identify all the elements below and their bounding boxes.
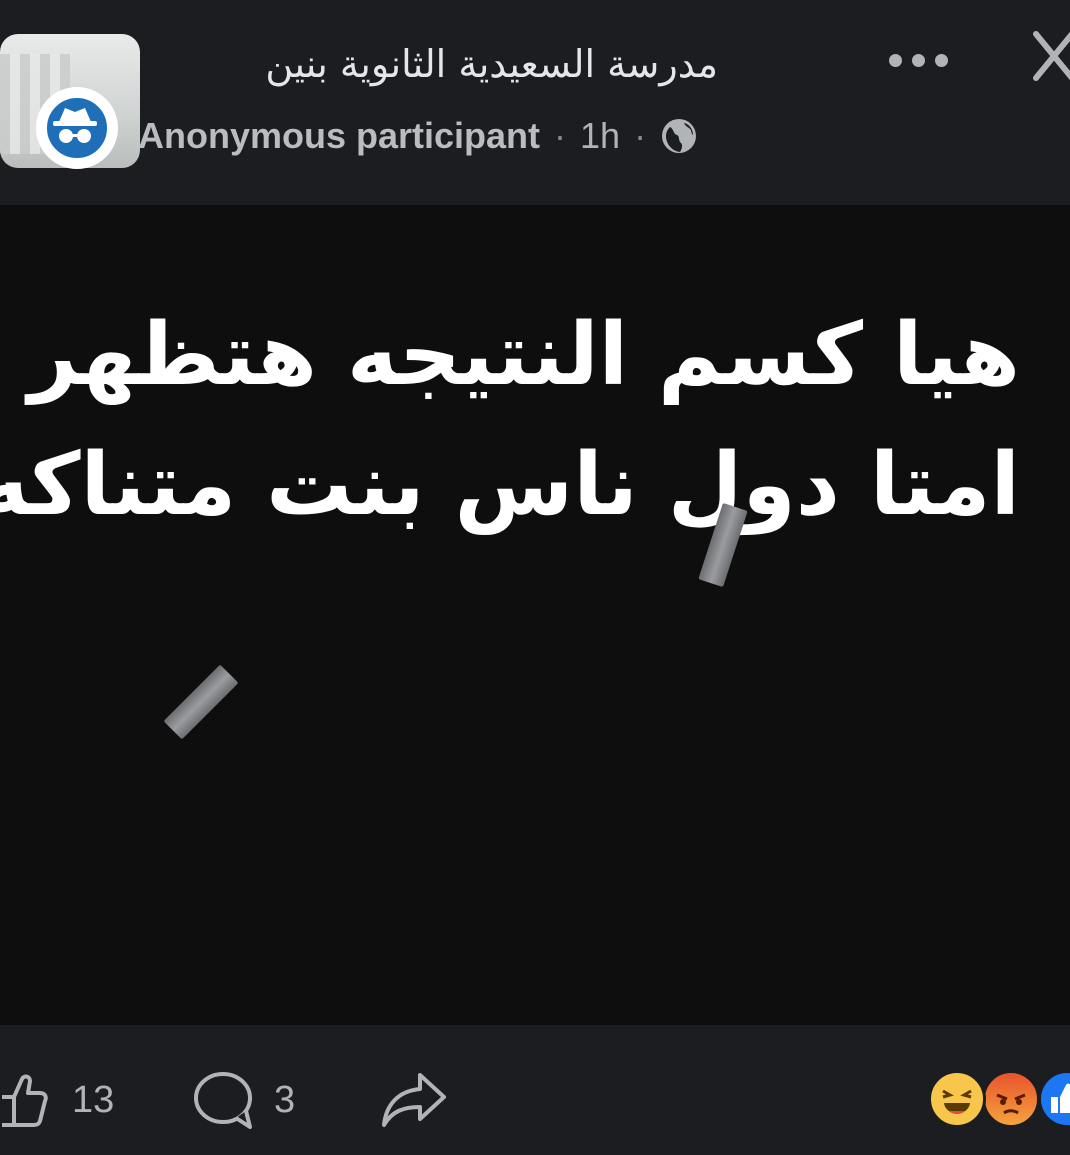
more-options-icon (911, 53, 925, 67)
anonymous-avatar[interactable] (36, 87, 118, 169)
post-text-line: هيا كسم النتيجه هتظهر (28, 305, 1020, 405)
share-arrow-icon (382, 1073, 446, 1127)
like-reaction-icon (1038, 1070, 1070, 1128)
share-button[interactable] (380, 1069, 450, 1131)
post-meta: Anonymous participant · 1h · (138, 108, 698, 164)
close-button[interactable] (1024, 26, 1070, 86)
meta-separator: · (634, 115, 647, 156)
comment-button[interactable]: 3 (192, 1069, 295, 1131)
haha-reaction-icon (928, 1070, 986, 1128)
thumbs-up-icon (2, 1074, 48, 1127)
post-text: هيا كسم النتيجه هتظهر امتا دول ناس بنت م… (0, 290, 1020, 550)
more-options-icon (934, 53, 948, 67)
anonymous-incognito-icon (53, 108, 97, 143)
post-screen: مدرسة السعيدية الثانوية بنين Anonymous p… (0, 0, 1070, 1155)
comment-count: 3 (274, 1078, 296, 1121)
close-icon (1033, 31, 1070, 81)
post-time[interactable]: 1h (580, 115, 620, 157)
angry-reaction-icon (982, 1070, 1040, 1128)
comment-bubble-icon (194, 1072, 252, 1129)
globe-icon (662, 119, 697, 153)
action-bar: 13 3 (0, 1025, 1070, 1155)
more-options-button[interactable] (880, 40, 956, 80)
more-options-icon (888, 53, 902, 67)
meta-separator: · (554, 115, 567, 156)
group-name[interactable]: مدرسة السعيدية الثانوية بنين (265, 34, 718, 94)
post-text-line: امتا دول ناس بنت متناكه (0, 435, 1020, 535)
like-count: 13 (72, 1078, 115, 1121)
like-button[interactable]: 13 (0, 1069, 114, 1131)
post-header: مدرسة السعيدية الثانوية بنين Anonymous p… (0, 0, 1070, 205)
author-name[interactable]: Anonymous participant (138, 115, 540, 157)
